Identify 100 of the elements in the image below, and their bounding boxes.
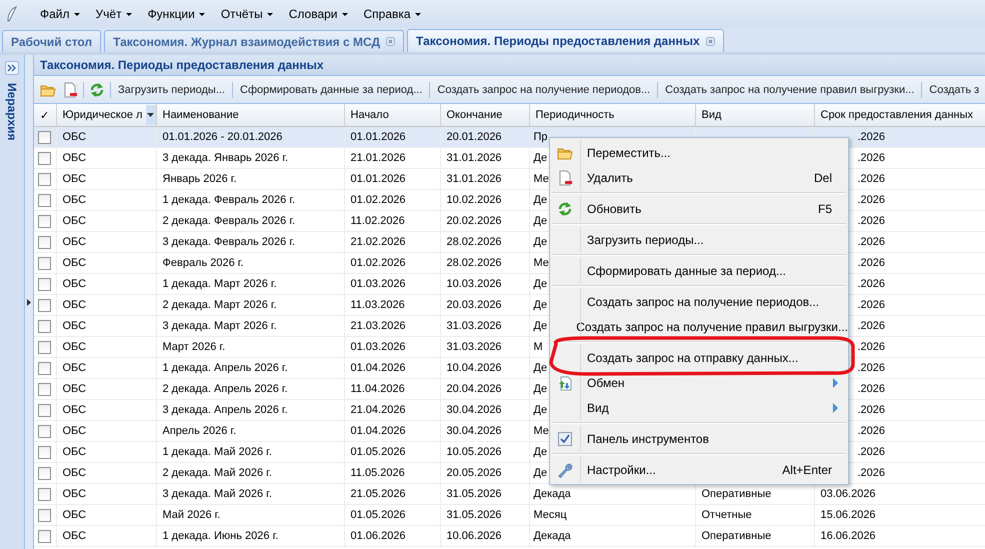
column-header[interactable]: Срок предоставления данных	[814, 104, 985, 126]
tab[interactable]: Таксономия. Журнал взаимодействия с МСД	[104, 30, 404, 52]
table-cell: ОБС	[62, 278, 86, 290]
table-cell: 01.04.2026	[350, 425, 406, 437]
toolbar-button[interactable]: Создать з	[924, 82, 984, 98]
table-cell: ОБС	[62, 530, 86, 542]
menu-item[interactable]: Удалить Del	[550, 165, 848, 190]
row-checkbox[interactable]	[38, 508, 51, 522]
menu-item[interactable]: Настройки... Alt+Enter	[550, 457, 848, 482]
table-cell: 20.02.2026	[446, 215, 502, 227]
table-cell: М	[534, 341, 543, 353]
menu-item[interactable]: Создать запрос на получение периодов...	[550, 289, 848, 314]
table-cell: Де	[534, 215, 548, 227]
table-cell: .2026	[858, 194, 886, 206]
column-header[interactable]: Начало	[344, 104, 440, 126]
expand-button[interactable]	[5, 61, 19, 75]
table-cell: 10.02.2026	[446, 194, 502, 206]
row-checkbox[interactable]	[38, 424, 51, 438]
table-cell: 28.02.2026	[446, 236, 502, 248]
row-checkbox[interactable]	[38, 236, 51, 248]
menu-item[interactable]: Отчёты	[212, 4, 281, 24]
table-cell: Ме	[534, 257, 549, 269]
column-header[interactable]: Наименование	[156, 104, 344, 126]
row-checkbox[interactable]	[38, 130, 51, 144]
row-checkbox[interactable]	[38, 298, 51, 312]
menu-item[interactable]: Обновить F5	[550, 196, 848, 221]
table-cell: 3 декада. Апрель 2026 г.	[162, 404, 288, 416]
row-checkbox[interactable]	[38, 214, 51, 228]
menu-item[interactable]: Файл	[32, 4, 88, 24]
table-cell: 20.04.2026	[446, 383, 502, 395]
toolbar-button[interactable]: Создать запрос на получение периодов...	[432, 82, 656, 98]
table-cell: .2026	[858, 446, 886, 458]
table-cell: .2026	[858, 320, 886, 332]
table-cell: 3 декада. Январь 2026 г.	[162, 152, 288, 164]
table-cell: .2026	[858, 131, 886, 143]
tab[interactable]: Таксономия. Периоды предоставления данных	[407, 29, 724, 52]
row-checkbox[interactable]	[38, 278, 51, 290]
panel-title: Таксономия. Периоды предоставления данных	[34, 55, 985, 76]
table-cell: Отчетные	[702, 509, 752, 521]
menu-item[interactable]: Функции	[140, 4, 213, 24]
row-checkbox[interactable]	[38, 404, 51, 416]
delete-document-icon	[62, 82, 78, 98]
row-checkbox[interactable]	[38, 466, 51, 480]
row-checkbox[interactable]	[38, 194, 51, 206]
table-cell: .2026	[858, 299, 886, 311]
tab[interactable]: Рабочий стол	[2, 30, 102, 52]
table-cell: 15.06.2026	[820, 509, 876, 521]
shortcut-label: Alt+Enter	[782, 462, 833, 476]
row-checkbox[interactable]	[38, 256, 51, 270]
row-checkbox[interactable]	[38, 172, 51, 186]
menu-item[interactable]: Вид	[550, 395, 848, 420]
menu-item[interactable]: Учёт	[88, 4, 140, 24]
table-cell: 01.03.2026	[350, 341, 406, 353]
menu-item[interactable]: Создать запрос на получение правил выгрузки...	[550, 314, 848, 339]
table-cell: ОБС	[62, 131, 86, 143]
toolbar-button[interactable]: Создать запрос на получение правил выгрузки...	[660, 82, 920, 98]
toolbar-button[interactable]: Сформировать данные за период...	[235, 82, 428, 98]
row-checkbox[interactable]	[38, 382, 51, 396]
column-header[interactable]: ✓	[34, 104, 56, 126]
menu-item[interactable]: Словари	[280, 4, 356, 24]
splitter-arrow-icon[interactable]	[27, 298, 31, 306]
table-cell: 2 декада. Март 2026 г.	[162, 299, 277, 311]
menu-item[interactable]: Справка	[356, 4, 429, 24]
row-checkbox[interactable]	[38, 340, 51, 354]
column-header[interactable]: Юридическое л	[56, 104, 156, 126]
table-cell: 01.01.2026	[350, 173, 406, 185]
table-cell: ОБС	[62, 362, 86, 374]
row-checkbox[interactable]	[38, 362, 51, 374]
dropdown-caret-icon[interactable]	[147, 113, 154, 117]
table-cell: 11.02.2026	[350, 215, 405, 227]
row-checkbox[interactable]	[38, 488, 51, 500]
column-header[interactable]: Окончание	[440, 104, 529, 126]
menu-item[interactable]: Сформировать данные за период...	[550, 258, 848, 283]
menu-item[interactable]: Панель инструментов	[550, 426, 848, 451]
wrench-icon	[557, 462, 573, 478]
menu-item[interactable]: Обмен	[550, 370, 848, 395]
close-icon[interactable]	[386, 37, 396, 46]
menu-item[interactable]: Переместить...	[550, 140, 848, 165]
row-checkbox[interactable]	[38, 530, 51, 542]
row-checkbox[interactable]	[38, 446, 51, 458]
menu-checkbox[interactable]	[558, 432, 572, 446]
table-cell: Декада	[534, 488, 571, 500]
row-checkbox[interactable]	[38, 152, 51, 164]
table-cell: ОБС	[62, 257, 86, 269]
toolbar-button[interactable]: Загрузить периоды...	[113, 82, 230, 98]
close-icon[interactable]	[706, 36, 715, 46]
table-cell: 01.02.2026	[350, 194, 406, 206]
table-cell: 1 декада. Май 2026 г.	[162, 446, 272, 458]
column-header[interactable]: Вид	[695, 104, 814, 126]
table-cell: Декада	[534, 530, 571, 542]
row-checkbox[interactable]	[38, 320, 51, 332]
table-cell: 31.05.2026	[446, 488, 502, 500]
table-cell: 01.05.2026	[350, 446, 406, 458]
table-cell: 01.01.2026 - 20.01.2026	[162, 131, 282, 143]
table-cell: ОБС	[62, 383, 86, 395]
column-header[interactable]: Периодичность	[529, 104, 695, 126]
table-cell: 3 декада. Май 2026 г.	[162, 488, 272, 500]
menu-item[interactable]: Загрузить периоды...	[550, 227, 848, 252]
table-cell: Де	[534, 446, 548, 458]
table-cell: ОБС	[62, 194, 86, 206]
